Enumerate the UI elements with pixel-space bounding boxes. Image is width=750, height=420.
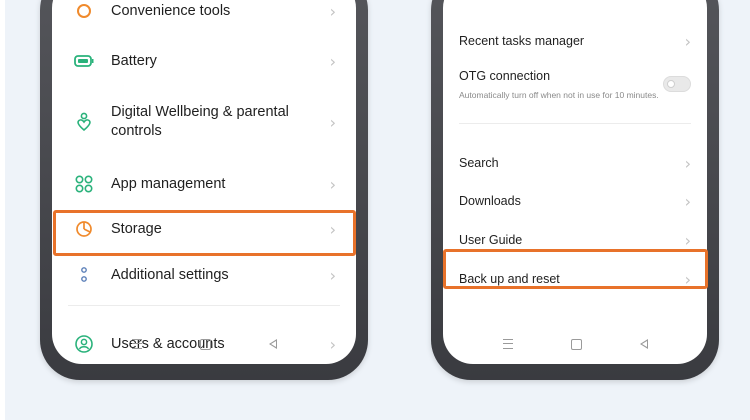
settings-row-convenience-tools[interactable]: Convenience tools › (52, 0, 356, 33)
chevron-right-icon: › (684, 153, 691, 173)
right-phone-frame: Recent tasks manager › OTG connection Au… (431, 0, 719, 380)
recent-tasks-manager-label: Recent tasks manager (459, 34, 585, 48)
digital-wellbeing-label: Digital Wellbeing & parental controls (111, 104, 289, 139)
app-management-label: App management (111, 175, 226, 192)
left-phone-screen: Convenience tools › Battery › Digital We… (52, 0, 356, 364)
page-edge (0, 0, 5, 420)
settings-row-downloads[interactable]: Downloads › (443, 183, 707, 219)
more-dots-icon (74, 265, 94, 285)
settings-row-digital-wellbeing[interactable]: Digital Wellbeing & parental controls › (52, 94, 356, 150)
chevron-right-icon: › (329, 1, 336, 21)
menu-icon[interactable] (131, 339, 142, 349)
system-navigation-bar (443, 334, 707, 354)
settings-row-search[interactable]: Search › (443, 145, 707, 181)
back-icon[interactable] (268, 339, 277, 349)
wellbeing-icon (74, 112, 94, 132)
search-label: Search (459, 156, 499, 170)
battery-label: Battery (111, 52, 157, 69)
otg-toggle-switch[interactable] (663, 76, 691, 92)
section-divider (459, 123, 691, 124)
chevron-right-icon: › (329, 112, 336, 132)
chevron-right-icon: › (329, 174, 336, 194)
settings-row-app-management[interactable]: App management › (52, 162, 356, 206)
chevron-right-icon: › (329, 265, 336, 285)
highlight-back-up-and-reset (443, 249, 708, 289)
chevron-right-icon: › (684, 191, 691, 211)
settings-row-otg-connection[interactable]: OTG connection Automatically turn off wh… (443, 60, 707, 116)
right-phone-screen: Recent tasks manager › OTG connection Au… (443, 0, 707, 364)
home-icon[interactable] (199, 338, 211, 350)
settings-row-additional-settings[interactable]: Additional settings › (52, 253, 356, 297)
otg-connection-label: OTG connection (459, 69, 551, 83)
convenience-tools-label: Convenience tools (111, 2, 231, 19)
left-phone-frame: Convenience tools › Battery › Digital We… (40, 0, 368, 380)
chevron-right-icon: › (329, 51, 336, 71)
back-icon[interactable] (639, 339, 648, 349)
additional-settings-label: Additional settings (111, 266, 229, 283)
chevron-right-icon: › (684, 230, 691, 250)
user-guide-label: User Guide (459, 233, 523, 247)
convenience-tools-icon (74, 1, 94, 21)
home-icon[interactable] (570, 338, 582, 350)
system-navigation-bar (52, 334, 356, 354)
highlight-additional-settings (53, 210, 356, 256)
chevron-right-icon: › (684, 31, 691, 51)
battery-icon (74, 51, 94, 71)
settings-row-recent-tasks-manager[interactable]: Recent tasks manager › (443, 23, 707, 59)
settings-row-battery[interactable]: Battery › (52, 39, 356, 83)
app-grid-icon (74, 174, 94, 194)
menu-icon[interactable] (502, 339, 513, 349)
section-divider (68, 305, 340, 306)
downloads-label: Downloads (459, 194, 521, 208)
otg-connection-description: Automatically turn off when not in use f… (459, 90, 659, 100)
